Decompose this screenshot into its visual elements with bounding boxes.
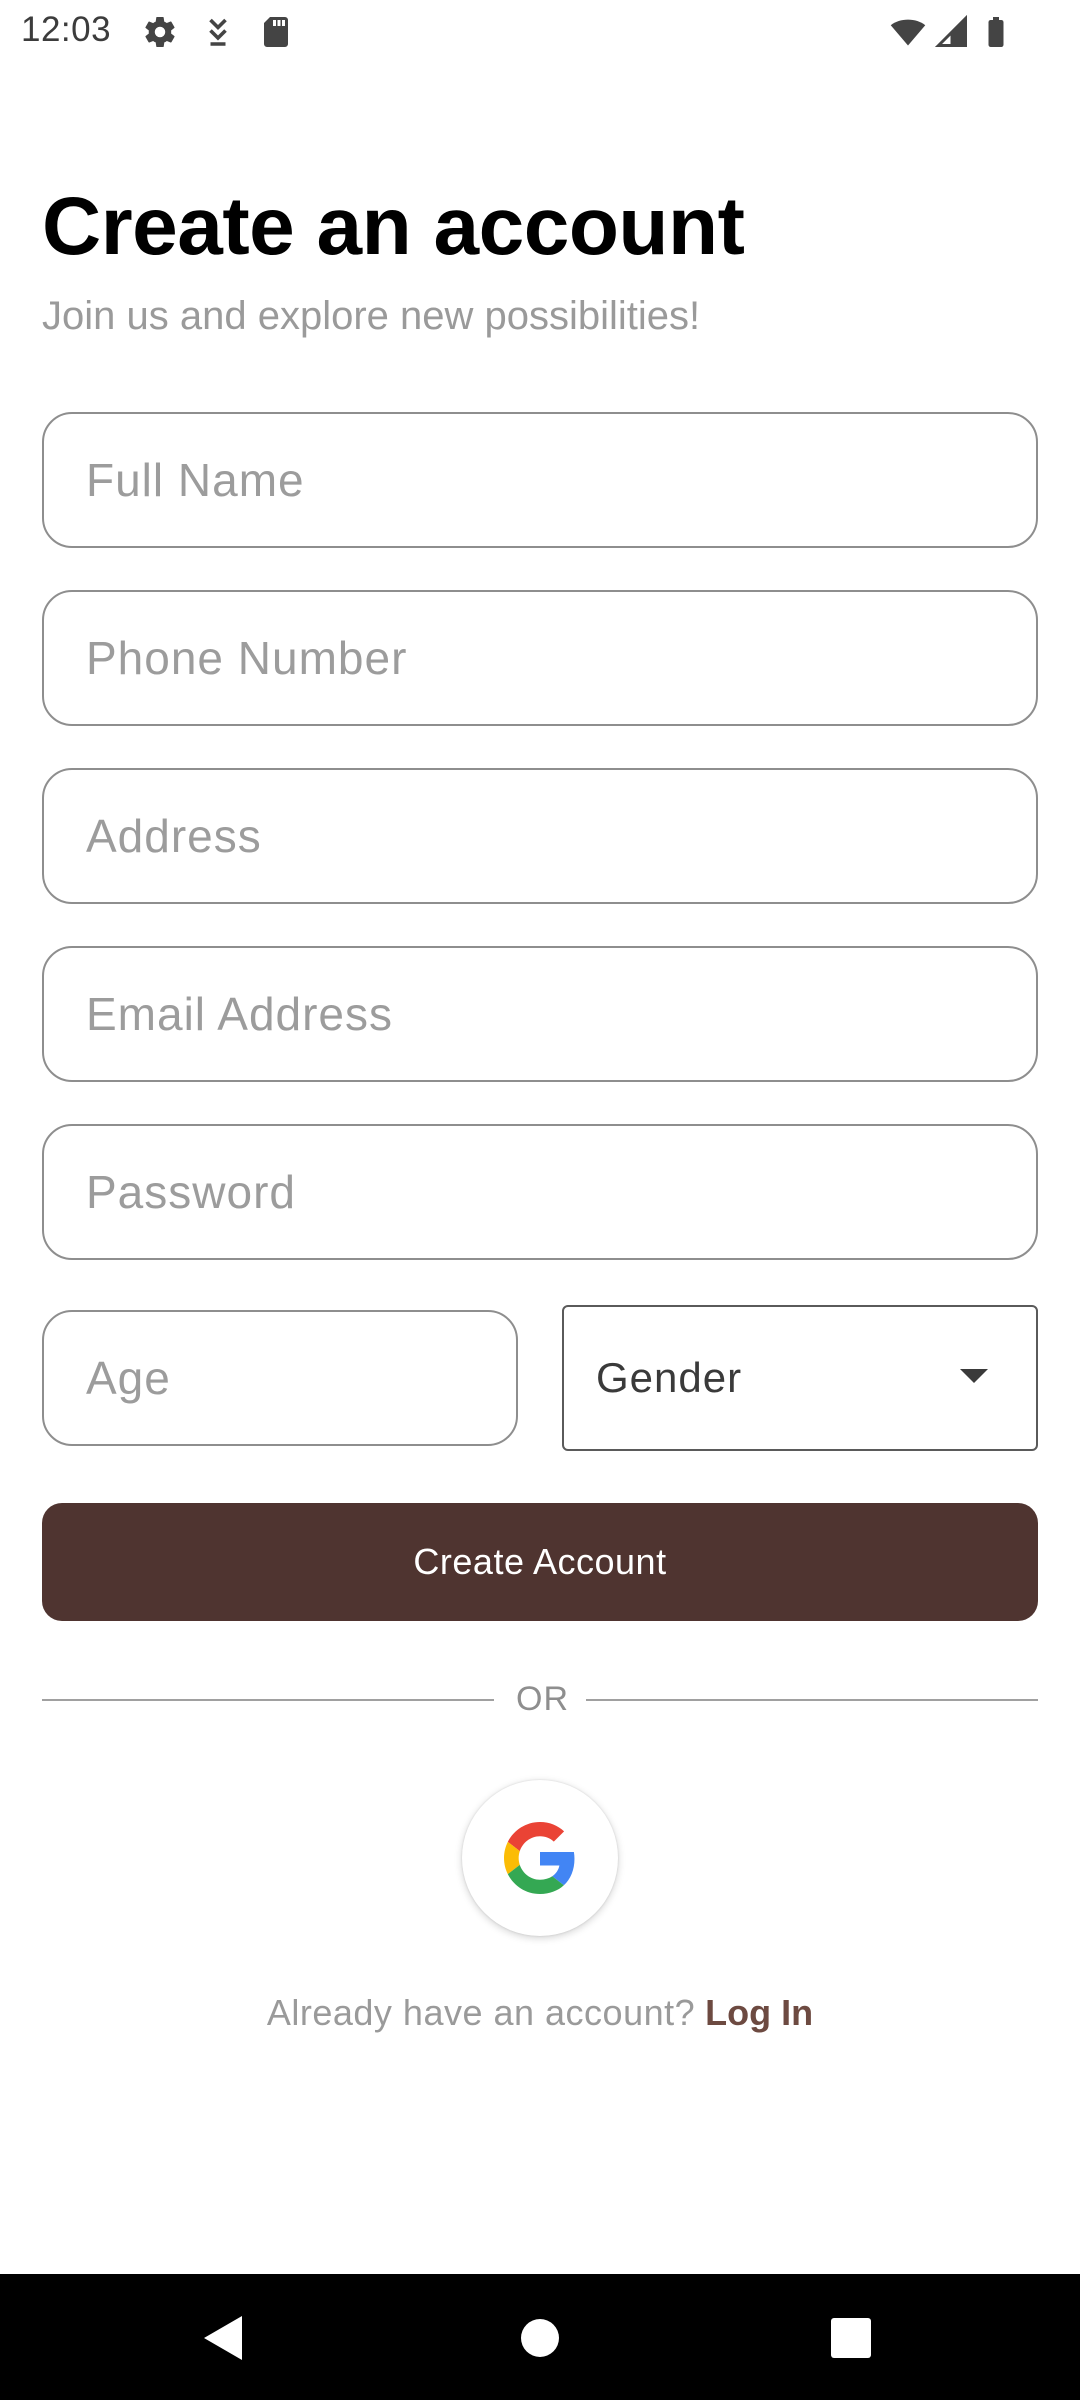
page-subtitle: Join us and explore new possibilities!	[42, 294, 701, 338]
dropdown-arrow-icon	[960, 1369, 988, 1383]
download-icon	[200, 14, 236, 50]
address-input[interactable]	[86, 809, 1036, 863]
signal-icon	[934, 14, 970, 50]
recent-apps-icon[interactable]	[831, 2318, 871, 2358]
full-name-field[interactable]	[42, 412, 1038, 548]
google-signin-button[interactable]	[462, 1780, 618, 1936]
sd-card-icon	[258, 14, 294, 50]
home-icon[interactable]	[521, 2319, 559, 2357]
create-account-button[interactable]: Create Account	[42, 1503, 1038, 1621]
gear-icon	[142, 14, 178, 50]
divider-left	[42, 1699, 494, 1701]
email-field[interactable]	[42, 946, 1038, 1082]
gender-dropdown[interactable]: Gender	[562, 1305, 1038, 1451]
back-icon[interactable]	[204, 2316, 242, 2360]
gender-label: Gender	[596, 1354, 743, 1401]
age-input[interactable]	[86, 1351, 516, 1405]
full-name-input[interactable]	[86, 453, 1036, 507]
login-row: Already have an account? Log In	[0, 1992, 1080, 2034]
phone-input[interactable]	[86, 631, 1036, 685]
system-nav-bar	[0, 2274, 1080, 2400]
status-bar: 12:03	[0, 0, 1080, 64]
email-input[interactable]	[86, 987, 1036, 1041]
login-link[interactable]: Log In	[705, 1992, 813, 2033]
address-field[interactable]	[42, 768, 1038, 904]
status-time: 12:03	[21, 10, 112, 49]
password-input[interactable]	[86, 1165, 1036, 1219]
wifi-icon	[890, 14, 926, 50]
or-divider-text: OR	[516, 1680, 569, 1718]
password-field[interactable]	[42, 1124, 1038, 1260]
phone-field[interactable]	[42, 590, 1038, 726]
age-field[interactable]	[42, 1310, 518, 1446]
battery-icon	[978, 14, 1014, 50]
page-title: Create an account	[42, 181, 745, 272]
divider-right	[586, 1699, 1038, 1701]
google-icon	[504, 1822, 575, 1894]
login-prompt: Already have an account?	[266, 1992, 696, 2033]
